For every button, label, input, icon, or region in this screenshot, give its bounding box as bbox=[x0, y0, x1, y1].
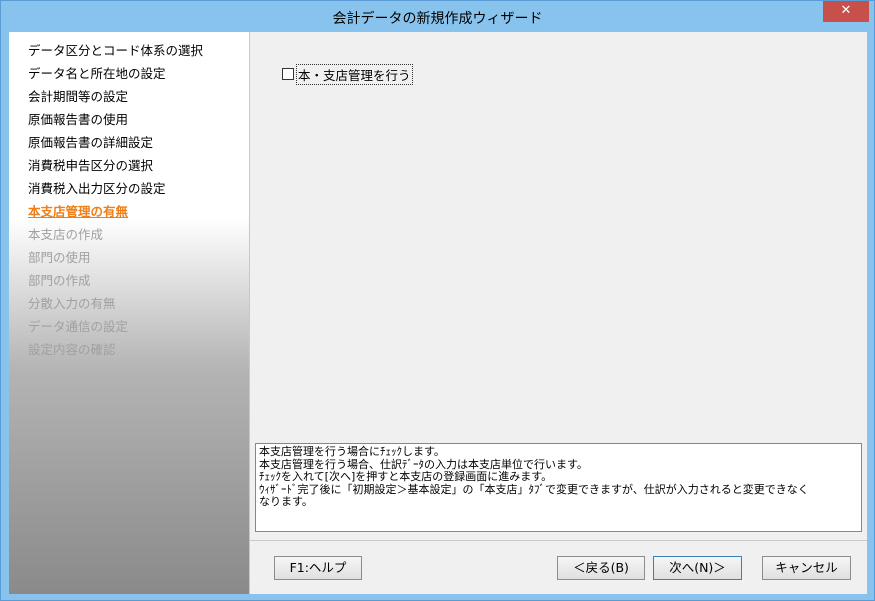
cancel-button[interactable]: キャンセル bbox=[762, 556, 851, 580]
step-tax-io-type: 消費税入出力区分の設定 bbox=[28, 181, 166, 196]
step-data-name-location: データ名と所在地の設定 bbox=[28, 66, 166, 81]
next-button[interactable]: 次へ(N)＞ bbox=[653, 556, 742, 580]
step-distributed-input: 分散入力の有無 bbox=[28, 296, 116, 311]
back-button[interactable]: ＜戻る(B) bbox=[557, 556, 645, 580]
step-cost-report-detail: 原価報告書の詳細設定 bbox=[28, 135, 154, 150]
step-confirm-settings: 設定内容の確認 bbox=[28, 342, 116, 357]
step-branch-management: 本支店管理の有無 bbox=[28, 204, 129, 219]
step-data-communication: データ通信の設定 bbox=[28, 319, 129, 334]
title-bar[interactable]: 会計データの新規作成ウィザード ✕ bbox=[1, 1, 874, 31]
wizard-step-list: データ区分とコード体系の選択 データ名と所在地の設定 会計期間等の設定 原価報告… bbox=[9, 32, 249, 594]
help-line: ｳｨｻﾞｰﾄﾞ完了後に「初期設定＞基本設定」の「本支店」ﾀﾌﾞで変更できますが、… bbox=[259, 482, 809, 496]
step-cost-report-use: 原価報告書の使用 bbox=[28, 112, 129, 127]
step-data-category: データ区分とコード体系の選択 bbox=[28, 43, 204, 58]
help-line: 本支店管理を行う場合にﾁｪｯｸします。 bbox=[259, 445, 445, 458]
branch-management-checkbox-row[interactable]: 本・支店管理を行う bbox=[282, 63, 413, 85]
help-button[interactable]: F1:ヘルプ bbox=[274, 556, 362, 580]
wizard-client-area: データ区分とコード体系の選択 データ名と所在地の設定 会計期間等の設定 原価報告… bbox=[9, 32, 867, 594]
close-icon[interactable]: ✕ bbox=[823, 1, 869, 22]
step-branch-create: 本支店の作成 bbox=[28, 227, 104, 242]
step-accounting-period: 会計期間等の設定 bbox=[28, 89, 129, 104]
step-tax-filing-type: 消費税申告区分の選択 bbox=[28, 158, 154, 173]
horizontal-divider bbox=[250, 540, 867, 541]
help-line: ﾁｪｯｸを入れて[次へ]を押すと本支店の登録画面に進みます。 bbox=[259, 470, 553, 483]
help-description-box: 本支店管理を行う場合にﾁｪｯｸします。 本支店管理を行う場合、仕訳ﾃﾞｰﾀの入力… bbox=[255, 443, 862, 532]
vertical-divider bbox=[249, 32, 250, 594]
branch-management-checkbox-label[interactable]: 本・支店管理を行う bbox=[296, 63, 413, 85]
step-department-use: 部門の使用 bbox=[28, 250, 91, 265]
window-title: 会計データの新規作成ウィザード bbox=[332, 11, 543, 27]
step-department-create: 部門の作成 bbox=[28, 273, 91, 288]
wizard-window: 会計データの新規作成ウィザード ✕ データ区分とコード体系の選択 データ名と所在… bbox=[0, 0, 875, 601]
help-line: なります。 bbox=[259, 495, 313, 508]
branch-management-checkbox[interactable] bbox=[282, 68, 294, 80]
